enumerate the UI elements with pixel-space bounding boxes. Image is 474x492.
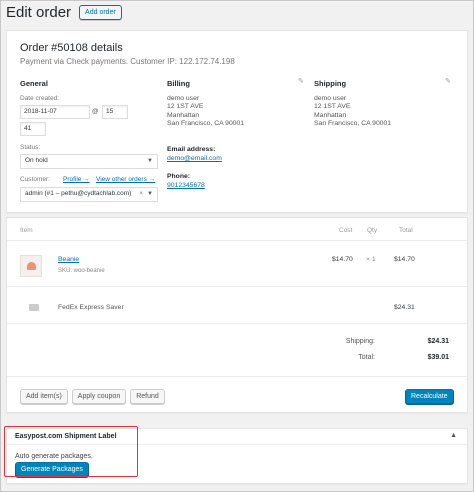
at-symbol: @: [92, 108, 99, 115]
minute-input[interactable]: 41: [20, 122, 46, 136]
billing-email-link[interactable]: demo@email.com: [167, 155, 222, 163]
customer-label: Customer:: [20, 176, 50, 183]
generate-packages-button[interactable]: Generate Packages: [15, 462, 89, 477]
page-title: Edit order: [6, 4, 72, 21]
billing-heading: Billing: [167, 79, 190, 88]
column-header-qty: Qty: [367, 227, 378, 234]
add-items-button[interactable]: Add item(s): [20, 389, 68, 404]
address-line: Manhattan: [314, 111, 347, 119]
easypost-title: Easypost.com Shipment Label: [15, 433, 117, 440]
line-qty: × 1: [366, 256, 376, 263]
order-details-panel: Order #50108 details Payment via Check p…: [6, 30, 468, 213]
product-sku: SKU: woo-beanie: [58, 268, 105, 274]
shipping-method-name: FedEx Express Saver: [58, 304, 124, 311]
divider: [7, 240, 467, 241]
chevron-down-icon: ▼: [147, 158, 153, 164]
item-actions: Add item(s) Apply coupon Refund: [20, 389, 165, 404]
customer-select[interactable]: admin (#1 – pethu@cydtachlab.com) × ▼: [20, 187, 158, 202]
divider: [7, 323, 467, 324]
order-total-value: $39.01: [427, 354, 449, 361]
address-line: 12 1ST AVE: [314, 103, 351, 111]
line-total: $14.70: [394, 256, 415, 263]
edit-billing-pencil-icon[interactable]: ✎: [298, 77, 304, 85]
status-select-value: On hold: [25, 157, 48, 164]
shipping-address: demo user 12 1ST AVE Manhattan San Franc…: [314, 95, 391, 129]
shipping-icon: [29, 304, 39, 311]
order-total-label: Total:: [358, 354, 375, 361]
column-header-item: Item: [20, 227, 33, 234]
easypost-panel: Easypost.com Shipment Label ▲ Auto gener…: [6, 428, 468, 484]
add-order-button[interactable]: Add order: [79, 5, 122, 20]
order-items-panel: Item Cost Qty Total Beanie SKU: woo-bean…: [6, 217, 468, 413]
column-header-cost: Cost: [339, 227, 353, 234]
column-header-total: Total: [399, 227, 413, 234]
address-line: demo user: [167, 95, 200, 102]
edit-shipping-pencil-icon[interactable]: ✎: [445, 77, 451, 85]
billing-address: demo user 12 1ST AVE Manhattan San Franc…: [167, 95, 244, 129]
date-created-input[interactable]: 2018-11-07: [20, 105, 90, 119]
view-other-orders-link[interactable]: View other orders →: [96, 176, 155, 183]
address-line: San Francisco, CA 90001: [314, 120, 392, 128]
order-subtitle: Payment via Check payments. Customer IP:…: [20, 57, 235, 66]
recalculate-button[interactable]: Recalculate: [405, 389, 454, 404]
status-select[interactable]: On hold ▼: [20, 154, 158, 169]
shipping-heading: Shipping: [314, 79, 347, 88]
shipping-total-label: Shipping:: [345, 338, 375, 345]
billing-email-label: Email address:: [167, 146, 216, 153]
billing-phone-link[interactable]: 9012345678: [167, 182, 205, 190]
address-line: demo user: [314, 95, 347, 102]
apply-coupon-button[interactable]: Apply coupon: [71, 389, 127, 404]
refund-button[interactable]: Refund: [130, 389, 165, 404]
address-line: Manhattan: [167, 111, 200, 119]
hour-input[interactable]: 15: [102, 105, 128, 119]
clear-icon[interactable]: ×: [139, 190, 143, 198]
chevron-down-icon: ▼: [147, 191, 153, 197]
product-link[interactable]: Beanie: [58, 256, 79, 263]
general-heading: General: [20, 79, 48, 88]
customer-select-value: admin (#1 – pethu@cydtachlab.com): [25, 190, 132, 197]
date-created-label: Date created:: [20, 95, 60, 102]
billing-phone-label: Phone:: [167, 173, 191, 180]
page-header: Edit order Add order: [6, 4, 122, 21]
divider: [7, 444, 467, 445]
easypost-description: Auto generate packages.: [15, 453, 93, 460]
customer-profile-link[interactable]: Profile →: [63, 176, 90, 183]
shipping-line-total: $24.31: [394, 304, 415, 311]
beanie-image-icon: [26, 262, 36, 270]
divider: [7, 376, 467, 377]
address-line: 12 1ST AVE: [167, 103, 204, 111]
address-line: San Francisco, CA 90001: [167, 120, 245, 128]
status-label: Status:: [20, 144, 41, 151]
product-thumbnail: [20, 255, 42, 277]
collapse-toggle-icon[interactable]: ▲: [450, 432, 457, 439]
divider: [7, 286, 467, 287]
order-title: Order #50108 details: [20, 42, 123, 54]
line-cost: $14.70: [332, 256, 353, 263]
shipping-total-value: $24.31: [427, 338, 449, 345]
